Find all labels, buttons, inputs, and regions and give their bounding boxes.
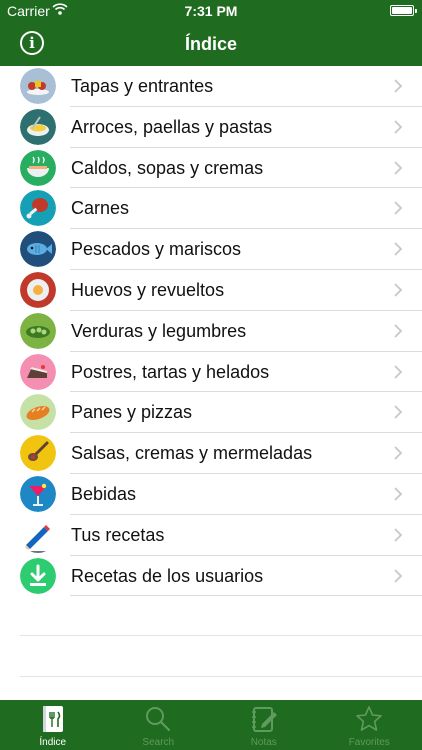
category-row-bebidas[interactable]: Bebidas <box>0 474 422 515</box>
sauce-icon <box>20 435 56 472</box>
category-row-pescados[interactable]: Pescados y mariscos <box>0 229 422 270</box>
category-label: Pescados y mariscos <box>71 239 242 260</box>
chevron-right-icon <box>394 487 403 501</box>
category-label: Huevos y revueltos <box>71 279 225 300</box>
notes-icon <box>251 707 277 732</box>
category-label: Recetas de los usuarios <box>71 565 264 586</box>
empty-row-separator <box>20 635 422 636</box>
cocktail-icon <box>20 475 56 512</box>
chevron-right-icon <box>394 364 403 379</box>
vegetables-icon <box>20 312 56 349</box>
pencil-icon <box>20 516 56 553</box>
chevron-right-icon <box>394 446 403 460</box>
tab-favorites[interactable]: Favorites <box>317 700 422 750</box>
category-row-panes[interactable]: Panes y pizzas <box>0 392 422 434</box>
tab-notas[interactable]: Notas <box>211 700 317 750</box>
category-row-carnes[interactable]: Carnes <box>0 188 422 230</box>
category-label: Verduras y legumbres <box>71 320 247 341</box>
category-label: Panes y pizzas <box>71 402 193 423</box>
chevron-right-icon <box>394 283 403 297</box>
paella-icon <box>20 108 56 145</box>
tab-search[interactable]: Search <box>106 700 212 750</box>
category-label: Arroces, paellas y pastas <box>71 116 273 137</box>
tab-label: Favorites <box>348 737 390 748</box>
category-label: Bebidas <box>71 483 137 504</box>
star-icon <box>356 706 383 731</box>
category-label: Tapas y entrantes <box>71 76 214 96</box>
category-label: Tus recetas <box>71 524 165 545</box>
soup-icon <box>20 149 56 186</box>
category-label: Postres, tartas y helados <box>71 361 270 382</box>
chevron-right-icon <box>394 405 403 420</box>
chevron-right-icon <box>394 528 403 542</box>
category-row-arroces[interactable]: Arroces, paellas y pastas <box>0 107 422 148</box>
chevron-right-icon <box>394 324 403 338</box>
page-title: Índice <box>184 34 237 54</box>
category-label: Carnes <box>71 198 130 219</box>
chevron-right-icon <box>394 568 403 583</box>
tab-indice[interactable]: Índice <box>0 700 106 750</box>
cake-icon <box>20 353 56 390</box>
category-label: Caldos, sopas y cremas <box>71 157 264 178</box>
download-icon <box>20 557 56 594</box>
category-row-recetas-usuarios[interactable]: Recetas de los usuarios <box>0 556 422 597</box>
chevron-right-icon <box>394 79 403 93</box>
category-row-tapas[interactable]: Tapas y entrantes <box>0 66 422 107</box>
battery-icon <box>390 5 417 16</box>
navigation-header: Carrier 7:31 PM i Índice <box>0 0 422 66</box>
status-time: 7:31 PM <box>184 3 238 19</box>
meat-icon <box>20 190 56 227</box>
category-row-tus-recetas[interactable]: Tus recetas <box>0 515 422 556</box>
category-label: Salsas, cremas y mermeladas <box>71 443 313 464</box>
fish-icon <box>20 231 56 268</box>
category-row-verduras[interactable]: Verduras y legumbres <box>0 311 422 352</box>
chevron-right-icon <box>394 201 403 216</box>
search-icon <box>146 707 171 732</box>
tab-label: Notas <box>250 737 277 748</box>
category-list: Tapas y entrantes Arroces, paellas y pas… <box>0 66 422 597</box>
tab-bar: Índice Search Notas Favorites <box>0 700 422 750</box>
row-separator <box>70 595 422 597</box>
empty-row-separator <box>20 676 422 677</box>
chevron-right-icon <box>394 160 403 175</box>
tab-label: Search <box>142 737 175 748</box>
bread-icon <box>20 394 56 431</box>
category-row-huevos[interactable]: Huevos y revueltos <box>0 270 422 311</box>
category-row-caldos[interactable]: Caldos, sopas y cremas <box>0 148 422 189</box>
tab-label: Índice <box>39 737 67 748</box>
tapas-icon <box>20 68 56 104</box>
status-bar: Carrier 7:31 PM <box>0 0 422 22</box>
category-row-salsas[interactable]: Salsas, cremas y mermeladas <box>0 433 422 474</box>
chevron-right-icon <box>394 120 403 134</box>
category-row-postres[interactable]: Postres, tartas y helados <box>0 352 422 393</box>
recipe-book-icon <box>42 706 63 732</box>
chevron-right-icon <box>394 242 403 256</box>
egg-icon <box>20 271 56 308</box>
